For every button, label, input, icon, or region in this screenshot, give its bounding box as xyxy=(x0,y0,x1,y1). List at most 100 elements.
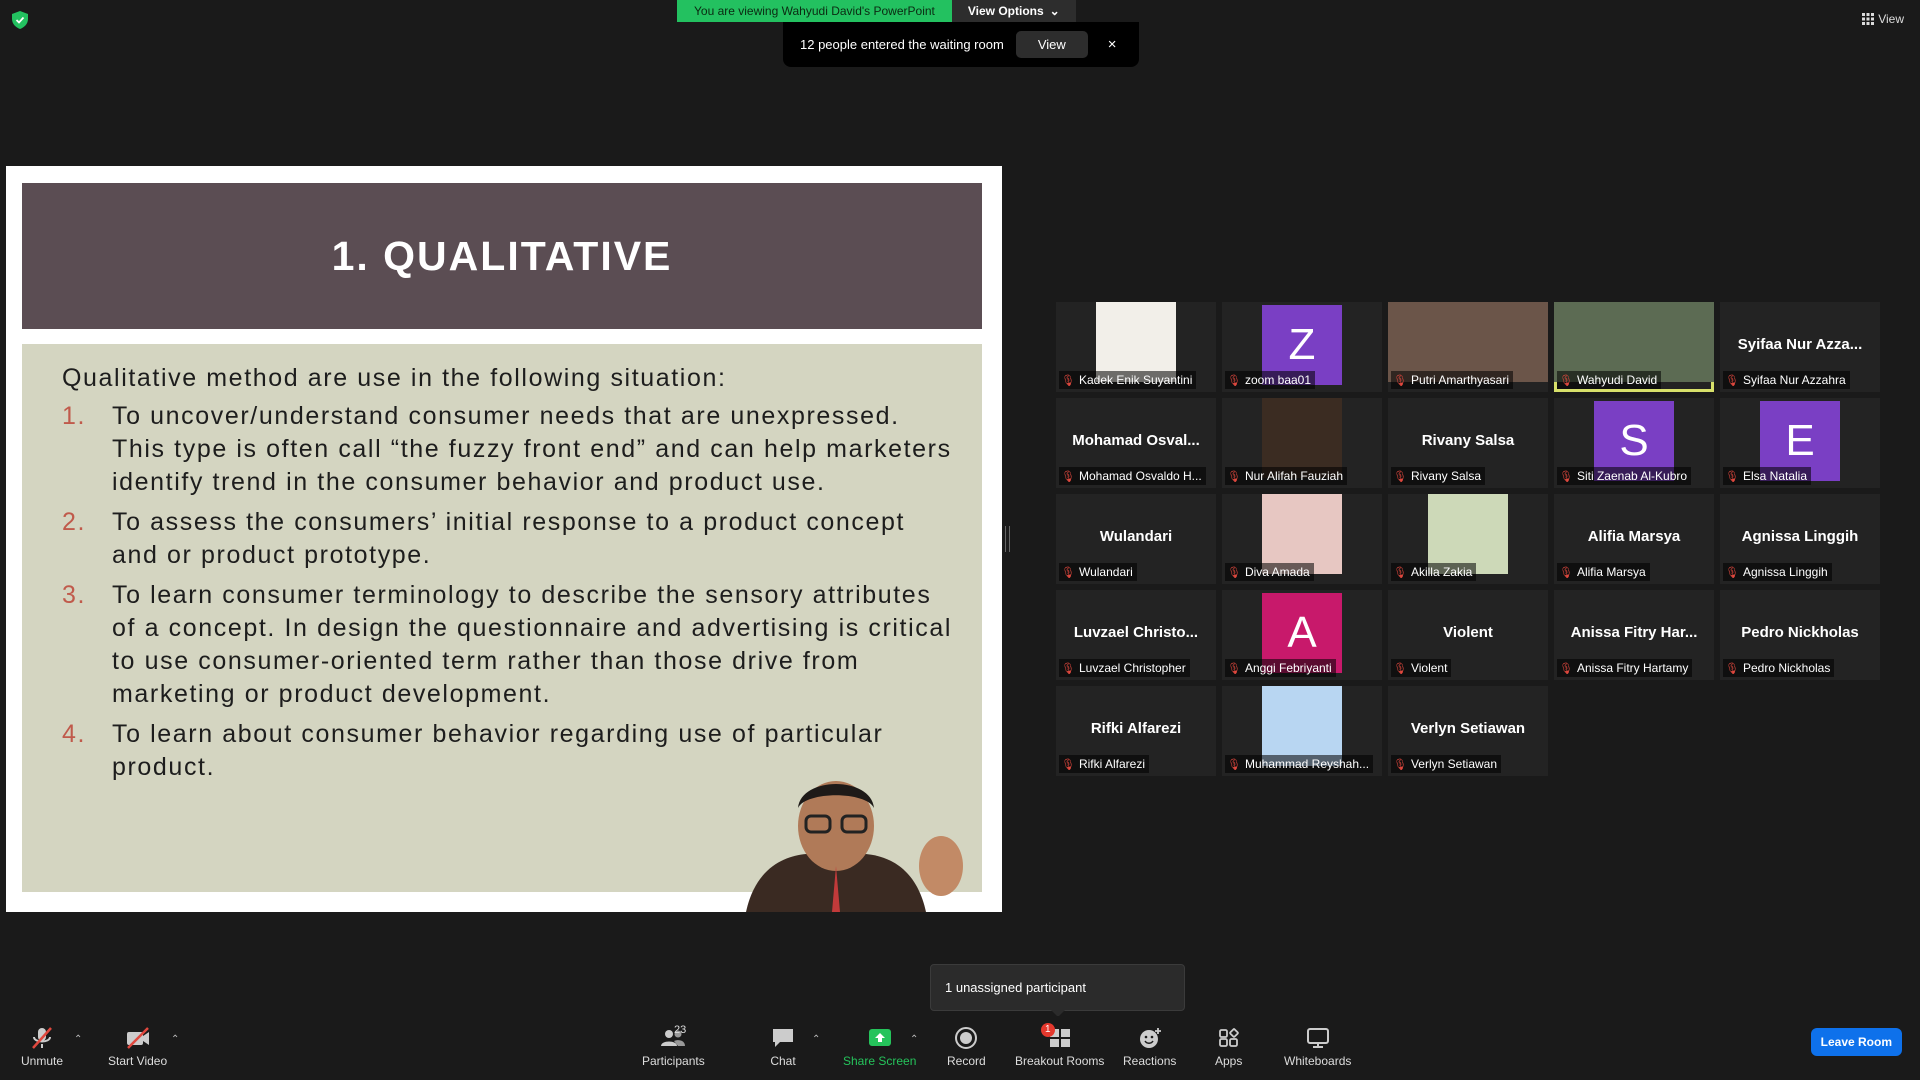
participant-name: Anggi Febriyanti xyxy=(1244,661,1332,675)
participant-display-name: Mohamad Osval... xyxy=(1072,432,1200,449)
chat-button[interactable]: Chat xyxy=(770,1026,796,1068)
participant-name: Wahyudi David xyxy=(1576,373,1658,387)
meeting-toolbar: Unmute ⌃ Start Video ⌃ 23 Participants C… xyxy=(0,1016,1920,1080)
participant-tile[interactable]: A 🎙︎ Anggi Febriyanti xyxy=(1222,590,1382,680)
video-camera-off-icon xyxy=(126,1027,149,1049)
record-icon xyxy=(955,1027,978,1049)
participants-button[interactable]: 23 Participants xyxy=(642,1024,705,1068)
participant-tile[interactable]: Z 🎙︎ zoom baa01 xyxy=(1222,302,1382,392)
participant-name: Luvzael Christopher xyxy=(1078,661,1186,675)
participant-tile[interactable]: Anissa Fitry Har... 🎙︎ Anissa Fitry Hartam… xyxy=(1554,590,1714,680)
whiteboards-label: Whiteboards xyxy=(1284,1054,1352,1068)
chevron-down-icon: ⌄ xyxy=(1049,4,1060,18)
slide-item-number: 3. xyxy=(62,581,87,609)
participant-name-label: 🎙︎ zoom baa01 xyxy=(1225,371,1316,389)
participant-video xyxy=(1388,302,1548,382)
microphone-muted-icon: 🎙︎ xyxy=(1393,566,1407,579)
participant-tile[interactable]: 🎙︎ Putri Amarthyasari xyxy=(1388,302,1548,392)
participant-tile[interactable]: 🎙︎ Nur Alifah Fauziah xyxy=(1222,398,1382,488)
participant-tile[interactable]: S 🎙︎ Siti Zaenab Al-Kubro xyxy=(1554,398,1714,488)
view-options-button[interactable]: View Options ⌄ xyxy=(951,0,1076,22)
microphone-muted-icon: 🎙︎ xyxy=(1227,758,1241,771)
reactions-button[interactable]: Reactions xyxy=(1123,1026,1176,1068)
whiteboard-icon xyxy=(1306,1028,1329,1048)
chat-bubble-icon xyxy=(773,1029,793,1047)
participant-name-label: 🎙︎ Violent xyxy=(1391,659,1452,677)
security-shield-icon[interactable] xyxy=(12,11,28,29)
apps-icon xyxy=(1218,1028,1239,1047)
participant-tile[interactable]: Rifki Alfarezi 🎙︎ Rifki Alfarezi xyxy=(1056,686,1216,776)
microphone-muted-icon: 🎙︎ xyxy=(1227,470,1241,483)
participant-name-label: 🎙︎ Verlyn Setiawan xyxy=(1391,755,1502,773)
participant-display-name: Rifki Alfarezi xyxy=(1090,720,1182,737)
unmute-label: Unmute xyxy=(21,1054,64,1068)
participant-tile[interactable]: Mohamad Osval... 🎙︎ Mohamad Osvaldo H... xyxy=(1056,398,1216,488)
participant-name: Akilla Zakia xyxy=(1410,565,1473,579)
participant-tile[interactable]: Syifaa Nur Azza... 🎙︎ Syifaa Nur Azzahra xyxy=(1720,302,1880,392)
grid-view-icon xyxy=(1862,13,1875,25)
microphone-muted-icon: 🎙︎ xyxy=(1227,662,1241,675)
reactions-label: Reactions xyxy=(1123,1054,1177,1068)
participant-tile[interactable]: Alifia Marsya 🎙︎ Alifia Marsya xyxy=(1554,494,1714,584)
whiteboards-button[interactable]: Whiteboards xyxy=(1284,1026,1351,1068)
record-button[interactable]: Record xyxy=(947,1026,986,1068)
leave-room-button[interactable]: Leave Room xyxy=(1810,1028,1902,1056)
participant-tile[interactable]: Agnissa Linggih 🎙︎ Agnissa Linggih xyxy=(1720,494,1880,584)
microphone-muted-icon: 🎙︎ xyxy=(1725,566,1739,579)
chat-options-chevron-icon[interactable]: ⌃ xyxy=(812,1034,820,1045)
view-layout-button[interactable]: View xyxy=(1862,12,1904,26)
participant-tile[interactable]: Wulandari 🎙︎ Wulandari xyxy=(1056,494,1216,584)
participant-display-name: Syifaa Nur Azza... xyxy=(1737,336,1863,353)
start-video-label: Start Video xyxy=(108,1054,168,1068)
audio-options-chevron-icon[interactable]: ⌃ xyxy=(74,1034,82,1045)
participant-tile[interactable]: E 🎙︎ Elsa Natalia xyxy=(1720,398,1880,488)
participants-count: 23 xyxy=(674,1024,687,1036)
participant-tile[interactable]: 🎙︎ Akilla Zakia xyxy=(1388,494,1548,584)
slide-item-number: 2. xyxy=(62,508,87,536)
video-options-chevron-icon[interactable]: ⌃ xyxy=(171,1034,179,1045)
slide-title: 1. QUALITATIVE xyxy=(22,183,982,329)
participant-tile[interactable]: Pedro Nickholas 🎙︎ Pedro Nickholas xyxy=(1720,590,1880,680)
microphone-muted-icon: 🎙︎ xyxy=(1559,374,1573,387)
participant-name: Kadek Enik Suyantini xyxy=(1078,373,1193,387)
participant-name-label: 🎙︎ Kadek Enik Suyantini xyxy=(1059,371,1197,389)
slide-item-text: To uncover/understand consumer needs tha… xyxy=(112,402,952,496)
unmute-button[interactable]: Unmute xyxy=(21,1026,63,1068)
start-video-button[interactable]: Start Video xyxy=(108,1026,167,1068)
share-screen-button[interactable]: Share Screen xyxy=(843,1026,916,1068)
participant-tile[interactable]: Verlyn Setiawan 🎙︎ Verlyn Setiawan xyxy=(1388,686,1548,776)
breakout-rooms-badge: 1 xyxy=(1041,1023,1055,1037)
close-icon[interactable]: × xyxy=(1108,36,1117,53)
participant-tile[interactable]: Rivany Salsa 🎙︎ Rivany Salsa xyxy=(1388,398,1548,488)
participant-tile[interactable]: Violent 🎙︎ Violent xyxy=(1388,590,1548,680)
microphone-muted-icon: 🎙︎ xyxy=(1227,374,1241,387)
microphone-muted-icon: 🎙︎ xyxy=(1393,470,1407,483)
participant-name: Siti Zaenab Al-Kubro xyxy=(1576,469,1688,483)
participant-name: Pedro Nickholas xyxy=(1742,661,1831,675)
microphone-muted-icon: 🎙︎ xyxy=(1061,374,1075,387)
pane-splitter-handle[interactable] xyxy=(1005,526,1010,552)
record-label: Record xyxy=(947,1054,986,1068)
participant-name: Putri Amarthyasari xyxy=(1410,373,1510,387)
share-options-chevron-icon[interactable]: ⌃ xyxy=(910,1034,918,1045)
participant-tile[interactable]: 🎙︎ Diva Amada xyxy=(1222,494,1382,584)
participant-name: Anissa Fitry Hartamy xyxy=(1576,661,1689,675)
participant-tile[interactable]: Luvzael Christo... 🎙︎ Luvzael Christopher xyxy=(1056,590,1216,680)
participant-name-label: 🎙︎ Diva Amada xyxy=(1225,563,1314,581)
participant-video xyxy=(1262,686,1342,766)
participant-name-label: 🎙︎ Alifia Marsya xyxy=(1557,563,1650,581)
shared-screen: 1. QUALITATIVE Qualitative method are us… xyxy=(6,166,1002,912)
participant-tile[interactable]: 🎙︎ Wahyudi David xyxy=(1554,302,1714,392)
participant-name-label: 🎙︎ Anggi Febriyanti xyxy=(1225,659,1336,677)
participant-name-label: 🎙︎ Syifaa Nur Azzahra xyxy=(1723,371,1850,389)
participant-tile[interactable]: 🎙︎ Muhammad Reyshah... xyxy=(1222,686,1382,776)
microphone-muted-icon: 🎙︎ xyxy=(1061,758,1075,771)
breakout-rooms-button[interactable]: 1 Breakout Rooms xyxy=(1015,1023,1104,1068)
apps-button[interactable]: Apps xyxy=(1215,1026,1242,1068)
participant-tile[interactable]: 🎙︎ Kadek Enik Suyantini xyxy=(1056,302,1216,392)
waiting-room-view-button[interactable]: View xyxy=(1015,31,1088,58)
breakout-tooltip: 1 unassigned participant xyxy=(930,964,1185,1017)
participant-display-name: Wulandari xyxy=(1099,528,1173,545)
microphone-muted-icon: 🎙︎ xyxy=(1725,374,1739,387)
participant-display-name: Agnissa Linggih xyxy=(1741,528,1859,545)
